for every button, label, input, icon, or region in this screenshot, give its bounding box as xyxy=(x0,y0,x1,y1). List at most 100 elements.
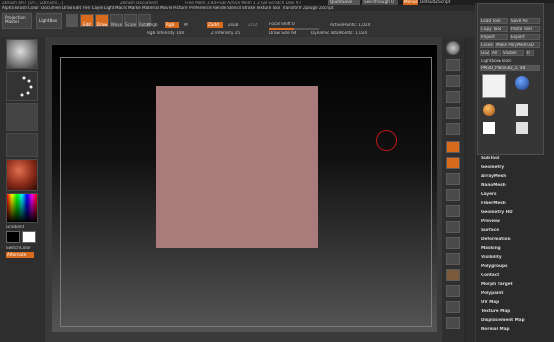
dynamic-button[interactable]: Dynamic xyxy=(311,31,329,35)
lightbox-button[interactable]: LightBox xyxy=(36,13,62,29)
focal-shift-slider[interactable]: Focal Shift 0 xyxy=(269,22,309,26)
subpalette-contact[interactable]: Contact xyxy=(481,273,554,281)
menu-picture[interactable]: Picture xyxy=(173,6,188,10)
z-intensity-slider[interactable]: Z Intensity 25 xyxy=(211,31,256,35)
draw-size-slider[interactable]: Draw Size 64 xyxy=(269,31,309,35)
menu-file[interactable]: File xyxy=(83,6,91,10)
current-tool-thumbnail[interactable] xyxy=(482,74,506,98)
local-button[interactable] xyxy=(446,173,460,185)
menu-marker[interactable]: Marker xyxy=(128,6,141,10)
sphere-brush-thumbnail[interactable] xyxy=(515,76,529,90)
focal-shift-track[interactable] xyxy=(269,28,319,30)
quick-sketch-button[interactable] xyxy=(66,14,78,27)
subpalette-normal-map[interactable]: Normal Map xyxy=(481,327,554,335)
material-icon[interactable] xyxy=(6,159,38,191)
r-button[interactable]: R xyxy=(526,50,534,56)
menu-render[interactable]: Render xyxy=(213,6,226,10)
subpalette-layers[interactable]: Layers xyxy=(481,192,554,200)
subpalette-geometry-hd[interactable]: Geometry HD xyxy=(481,210,554,218)
menu-macro[interactable]: Macro xyxy=(115,6,127,10)
menu-zscript[interactable]: Zscript xyxy=(319,6,334,10)
m-button[interactable]: M xyxy=(184,23,190,27)
subpalette-morph-target[interactable]: Morph Target xyxy=(481,282,554,290)
menu-stroke[interactable]: Stroke xyxy=(242,6,255,10)
subpalette-surface[interactable]: Surface xyxy=(481,228,554,236)
subpalette-fibermesh[interactable]: FiberMesh xyxy=(481,201,554,209)
aahalf-button[interactable] xyxy=(446,123,460,135)
subpalette-polygroups[interactable]: Polygroups xyxy=(481,264,554,272)
load-tool-button[interactable]: Load Tool xyxy=(480,18,508,24)
menu-transform[interactable]: Transform xyxy=(282,6,302,10)
rgb-intensity-slider[interactable]: Rgb Intensity 100 xyxy=(147,31,192,35)
projection-master-button[interactable]: Projection Master xyxy=(2,13,32,29)
subpalette-visibility[interactable]: Visibility xyxy=(481,255,554,263)
subpalette-nanomesh[interactable]: NanoMesh xyxy=(481,183,554,191)
subpalette-arraymesh[interactable]: ArrayMesh xyxy=(481,174,554,182)
make-polymesh-button[interactable]: Make PolyMesh3D xyxy=(495,42,540,48)
edit-button[interactable]: Edit xyxy=(80,14,94,27)
floor-button[interactable] xyxy=(446,157,460,169)
zadd-button[interactable]: Zadd xyxy=(207,22,223,28)
rotate-view-button[interactable] xyxy=(446,237,460,249)
plane-thumbnail[interactable] xyxy=(483,122,495,134)
goz-button[interactable]: GoZ xyxy=(480,50,490,56)
menu-edit[interactable]: Edit xyxy=(73,6,82,10)
plane-mesh[interactable] xyxy=(156,86,318,248)
clone-button[interactable]: Clone xyxy=(480,42,494,48)
switch-color-button[interactable]: SwitchColor xyxy=(6,246,38,250)
subpalette-masking[interactable]: Masking xyxy=(481,246,554,254)
subpalette-geometry[interactable]: Geometry xyxy=(481,165,554,173)
bpr-button[interactable] xyxy=(446,41,460,55)
menu-brush[interactable]: Brush xyxy=(15,6,27,10)
draw-button[interactable]: Draw xyxy=(95,14,109,27)
export-button[interactable]: Export xyxy=(510,34,540,40)
mrgb-button[interactable]: Mrgb xyxy=(147,23,161,27)
menu-stencil[interactable]: Stencil xyxy=(227,6,241,10)
subpalette-deformation[interactable]: Deformation xyxy=(481,237,554,245)
alternate-button[interactable]: Alternate xyxy=(6,252,34,258)
menu-light[interactable]: Light xyxy=(104,6,114,10)
copy-tool-button[interactable]: Copy Tool xyxy=(480,26,508,32)
frame-button[interactable] xyxy=(446,189,460,201)
polymesh-thumbnail[interactable] xyxy=(516,122,528,134)
lightbox-tools-button[interactable]: Lightbox▸Tools xyxy=(481,59,531,63)
scale-button[interactable]: Scale xyxy=(124,14,137,27)
subpalette-preview[interactable]: Preview xyxy=(481,219,554,227)
menu-movie[interactable]: Movie xyxy=(160,6,172,10)
actual-button[interactable] xyxy=(446,107,460,119)
gradient-label[interactable]: Gradient xyxy=(6,225,36,229)
menu-color[interactable]: Color xyxy=(28,6,40,10)
subpalette-subtool[interactable]: SubTool xyxy=(481,156,554,164)
zcut-button[interactable]: Zcut xyxy=(248,23,261,27)
solo-button[interactable] xyxy=(446,317,460,329)
menu-layer[interactable]: Layer xyxy=(92,6,103,10)
spix-button[interactable] xyxy=(446,59,460,71)
scroll-button[interactable] xyxy=(446,75,460,87)
menu-alpha[interactable]: Alpha xyxy=(2,6,14,10)
zoom-button[interactable] xyxy=(446,91,460,103)
menu-material[interactable]: Material xyxy=(142,6,159,10)
menu-document[interactable]: Document xyxy=(41,6,61,10)
polyf-button[interactable] xyxy=(446,269,460,281)
stroke-icon[interactable] xyxy=(6,71,38,101)
zsub-button[interactable]: Zsub xyxy=(228,23,242,27)
save-as-button[interactable]: Save As xyxy=(510,18,540,24)
menu-tool[interactable]: Tool xyxy=(272,6,281,10)
move-view-button[interactable] xyxy=(446,205,460,217)
all-button[interactable]: All xyxy=(491,50,501,56)
rgb-button[interactable]: Rgb xyxy=(165,22,179,28)
alpha-icon[interactable] xyxy=(6,103,38,131)
subpalette-uv-map[interactable]: UV Map xyxy=(481,300,554,308)
ghost-button[interactable] xyxy=(446,301,460,313)
paste-tool-button[interactable]: Paste Tool xyxy=(510,26,540,32)
texture-icon[interactable] xyxy=(6,133,38,157)
transp-button[interactable] xyxy=(446,285,460,297)
subpalette-displacement-map[interactable]: Displacement Map xyxy=(481,318,554,326)
move-button[interactable]: Move xyxy=(110,14,123,27)
main-color-swatch[interactable] xyxy=(6,231,20,243)
color-picker[interactable] xyxy=(6,193,38,223)
subpalette-texture-map[interactable]: Texture Map xyxy=(481,309,554,317)
document-viewport[interactable] xyxy=(52,44,437,332)
secondary-color-swatch[interactable] xyxy=(22,231,36,243)
scale-view-button[interactable] xyxy=(446,221,460,233)
